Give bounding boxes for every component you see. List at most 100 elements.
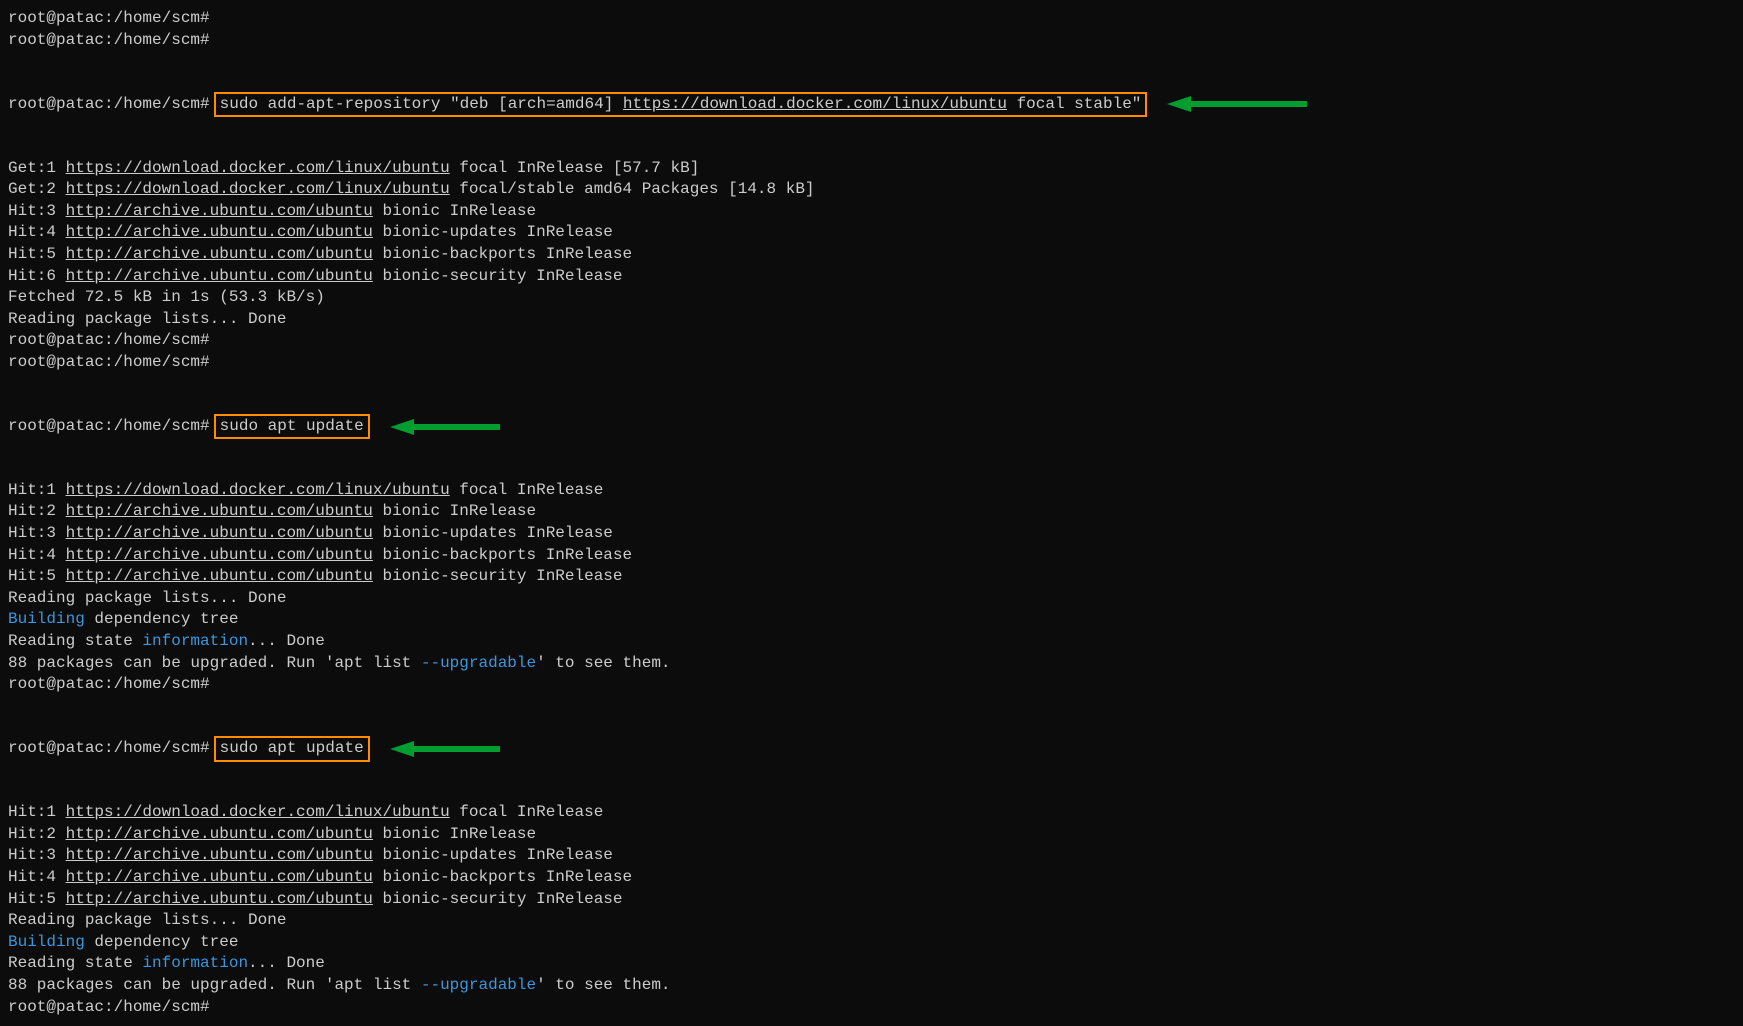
text: 88 packages can be upgraded. Run 'apt li… xyxy=(8,975,421,997)
text: Get:1 xyxy=(8,158,66,180)
prompt-line: root@patac:/home/scm# xyxy=(8,352,1735,374)
text: bionic-security InRelease xyxy=(373,266,623,288)
text: Hit:1 xyxy=(8,480,66,502)
text: Hit:4 xyxy=(8,222,66,244)
prompt: root@patac:/home/scm# xyxy=(8,30,210,52)
url: http://archive.ubuntu.com/ubuntu xyxy=(66,545,373,567)
text: Hit:3 xyxy=(8,523,66,545)
text: ' to see them. xyxy=(536,975,670,997)
output-line: Hit:6 http://archive.ubuntu.com/ubuntu b… xyxy=(8,266,1735,288)
text: Hit:3 xyxy=(8,201,66,223)
text: Reading package lists... Done xyxy=(8,588,286,610)
text: Hit:2 xyxy=(8,501,66,523)
text: ... Done xyxy=(248,953,325,975)
text: bionic-updates InRelease xyxy=(373,222,613,244)
prompt: root@patac:/home/scm# xyxy=(8,330,210,352)
text: bionic-updates InRelease xyxy=(373,523,613,545)
text: dependency tree xyxy=(85,932,239,954)
text: Hit:1 xyxy=(8,802,66,824)
text: Reading state xyxy=(8,631,142,653)
arrow-annotation-icon xyxy=(390,374,500,480)
cmd-tail: focal stable" xyxy=(1007,94,1141,116)
text: Fetched 72.5 kB in 1s (53.3 kB/s) xyxy=(8,287,325,309)
url: http://archive.ubuntu.com/ubuntu xyxy=(66,523,373,545)
output-line: Building dependency tree xyxy=(8,609,1735,631)
output-line: Hit:4 http://archive.ubuntu.com/ubuntu b… xyxy=(8,222,1735,244)
text: bionic-security InRelease xyxy=(373,566,623,588)
text: Hit:5 xyxy=(8,566,66,588)
prompt: root@patac:/home/scm# xyxy=(8,674,210,696)
output-line: Hit:2 http://archive.ubuntu.com/ubuntu b… xyxy=(8,501,1735,523)
text: Get:2 xyxy=(8,179,66,201)
output-line: Get:2 https://download.docker.com/linux/… xyxy=(8,179,1735,201)
text: Hit:5 xyxy=(8,889,66,911)
url: http://archive.ubuntu.com/ubuntu xyxy=(66,566,373,588)
text: bionic-security InRelease xyxy=(373,889,623,911)
output-line: Hit:5 http://archive.ubuntu.com/ubuntu b… xyxy=(8,889,1735,911)
command-line: root@patac:/home/scm# sudo apt update xyxy=(8,696,1735,802)
prompt-line: root@patac:/home/scm# xyxy=(8,30,1735,52)
text: Hit:2 xyxy=(8,824,66,846)
url: https://download.docker.com/linux/ubuntu xyxy=(66,179,450,201)
text: Hit:5 xyxy=(8,244,66,266)
highlighted-command-1: sudo add-apt-repository "deb [arch=amd64… xyxy=(214,92,1148,118)
text: Reading package lists... Done xyxy=(8,309,286,331)
text: Hit:4 xyxy=(8,867,66,889)
text: 88 packages can be upgraded. Run 'apt li… xyxy=(8,653,421,675)
text: bionic InRelease xyxy=(373,501,536,523)
text: bionic-backports InRelease xyxy=(373,244,632,266)
cmd-text: sudo apt update xyxy=(220,738,364,760)
url: http://archive.ubuntu.com/ubuntu xyxy=(66,244,373,266)
text: bionic-updates InRelease xyxy=(373,845,613,867)
text: Hit:3 xyxy=(8,845,66,867)
url: https://download.docker.com/linux/ubuntu xyxy=(66,802,450,824)
output-line: Reading package lists... Done xyxy=(8,588,1735,610)
output-line: Hit:1 https://download.docker.com/linux/… xyxy=(8,802,1735,824)
text-cyan: information xyxy=(142,631,248,653)
prompt: root@patac:/home/scm# xyxy=(8,738,210,760)
prompt-line: root@patac:/home/scm# xyxy=(8,674,1735,696)
text: ' to see them. xyxy=(536,653,670,675)
command-line: root@patac:/home/scm# sudo apt update xyxy=(8,374,1735,480)
highlighted-command-3: sudo apt update xyxy=(214,736,370,762)
output-line: Fetched 72.5 kB in 1s (53.3 kB/s) xyxy=(8,287,1735,309)
text: ... Done xyxy=(248,631,325,653)
text-cyan: Building xyxy=(8,609,85,631)
prompt-line: root@patac:/home/scm# xyxy=(8,8,1735,30)
output-line: Hit:3 http://archive.ubuntu.com/ubuntu b… xyxy=(8,845,1735,867)
prompt: root@patac:/home/scm# xyxy=(8,997,210,1019)
cmd-text: sudo apt update xyxy=(220,416,364,438)
terminal-output[interactable]: root@patac:/home/scm# root@patac:/home/s… xyxy=(8,8,1735,1018)
text-cyan: information xyxy=(142,953,248,975)
text-cyan: Building xyxy=(8,932,85,954)
output-line: Hit:5 http://archive.ubuntu.com/ubuntu b… xyxy=(8,566,1735,588)
highlighted-command-2: sudo apt update xyxy=(214,414,370,440)
url: http://archive.ubuntu.com/ubuntu xyxy=(66,889,373,911)
output-line: Reading state information... Done xyxy=(8,953,1735,975)
url: http://archive.ubuntu.com/ubuntu xyxy=(66,201,373,223)
arrow-annotation-icon xyxy=(1167,51,1307,157)
url: http://archive.ubuntu.com/ubuntu xyxy=(66,266,373,288)
text: focal/stable amd64 Packages [14.8 kB] xyxy=(450,179,815,201)
output-line: Get:1 https://download.docker.com/linux/… xyxy=(8,158,1735,180)
text: focal InRelease xyxy=(450,480,604,502)
text: Reading state xyxy=(8,953,142,975)
output-line: Hit:1 https://download.docker.com/linux/… xyxy=(8,480,1735,502)
command-line: root@patac:/home/scm# sudo add-apt-repos… xyxy=(8,51,1735,157)
output-line: Reading package lists... Done xyxy=(8,309,1735,331)
prompt: root@patac:/home/scm# xyxy=(8,8,210,30)
output-line: Hit:5 http://archive.ubuntu.com/ubuntu b… xyxy=(8,244,1735,266)
text: Hit:4 xyxy=(8,545,66,567)
cmd-text: sudo add-apt-repository "deb [arch=amd64… xyxy=(220,94,623,116)
url: http://archive.ubuntu.com/ubuntu xyxy=(66,501,373,523)
text: dependency tree xyxy=(85,609,239,631)
output-line: Building dependency tree xyxy=(8,932,1735,954)
text: bionic-backports InRelease xyxy=(373,867,632,889)
text: focal InRelease [57.7 kB] xyxy=(450,158,700,180)
url: https://download.docker.com/linux/ubuntu xyxy=(66,480,450,502)
output-line: 88 packages can be upgraded. Run 'apt li… xyxy=(8,975,1735,997)
text: bionic InRelease xyxy=(373,201,536,223)
output-line: 88 packages can be upgraded. Run 'apt li… xyxy=(8,653,1735,675)
prompt-line: root@patac:/home/scm# xyxy=(8,997,1735,1019)
url: http://archive.ubuntu.com/ubuntu xyxy=(66,222,373,244)
